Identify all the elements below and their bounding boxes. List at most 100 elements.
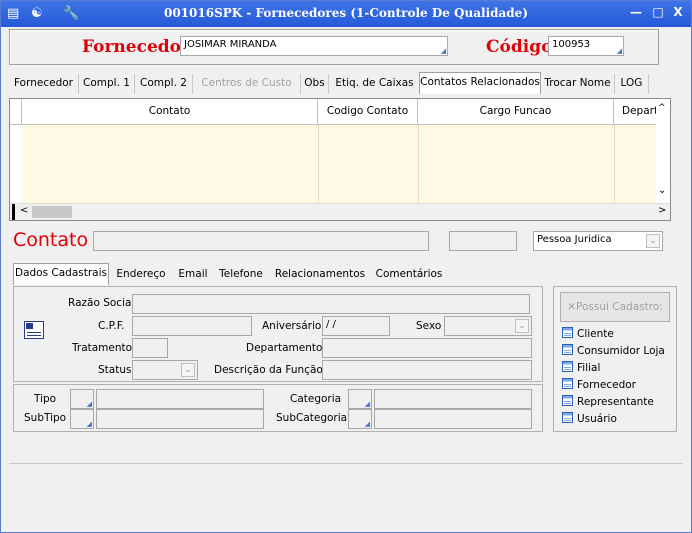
maximize-button[interactable]: □: [649, 5, 667, 21]
scroll-thumb[interactable]: [32, 206, 72, 218]
possui-item: Filial: [562, 361, 600, 374]
grid-body[interactable]: [22, 125, 658, 203]
inner-tabs: Dados Cadastrais Endereço Email Telefone…: [13, 263, 673, 285]
col-contato[interactable]: Contato: [22, 99, 318, 125]
tab-obs[interactable]: Obs: [301, 74, 329, 94]
tab-contatos-relacionados[interactable]: Contatos Relacionados: [419, 72, 541, 94]
chevron-down-icon[interactable]: ⌄: [646, 234, 660, 248]
subtipo-label: SubTipo: [24, 412, 67, 424]
possui-item: Fornecedor: [562, 378, 636, 391]
tratamento-label: Tratamento: [72, 342, 133, 354]
tab-fornecedor[interactable]: Fornecedor: [9, 74, 79, 94]
possui-item: Usuário: [562, 412, 617, 425]
possui-cadastro-panel: ✕Possui Cadastro: Cliente Consumidor Loj…: [553, 286, 677, 432]
contato-name-field[interactable]: [93, 231, 429, 251]
categoria-code-field[interactable]: [348, 389, 372, 409]
chevron-down-icon[interactable]: ⌄: [515, 319, 529, 333]
tab-email[interactable]: Email: [173, 265, 213, 285]
row-marker: [12, 204, 15, 220]
vertical-scrollbar[interactable]: ^ ⌄: [656, 99, 670, 203]
tab-etiq-de-caixas[interactable]: Etiq. de Caixas: [329, 74, 421, 94]
tab-centros-de-custo[interactable]: Centros de Custo: [193, 74, 301, 94]
tipo-panel: Tipo Categoria SubTipo SubCategoria: [13, 384, 543, 432]
grid-divider: [318, 125, 319, 203]
tab-trocar-nome[interactable]: Trocar Nome: [541, 74, 615, 94]
horizontal-scrollbar[interactable]: < >: [10, 203, 670, 220]
col-cargo-funcao[interactable]: Cargo Funcao: [418, 99, 614, 125]
tipo-label: Tipo: [34, 393, 57, 405]
tab-dados-cadastrais[interactable]: Dados Cadastrais: [13, 263, 109, 285]
codigo-label: Código: [486, 37, 553, 57]
title-bar[interactable]: ▤ ☯ 🔧 001016SPK - Fornecedores (1-Contro…: [1, 1, 691, 27]
pessoa-type-value: Pessoa Juridica: [537, 234, 612, 245]
window-title: 001016SPK - Fornecedores (1-Controle De …: [163, 6, 528, 20]
tratamento-field[interactable]: [132, 338, 168, 358]
main-window: ▤ ☯ 🔧 001016SPK - Fornecedores (1-Contro…: [0, 0, 692, 533]
main-tabs: Fornecedor Compl. 1 Compl. 2 Centros de …: [9, 72, 685, 94]
scroll-down-icon[interactable]: ⌄: [658, 185, 666, 196]
possui-cadastro-button[interactable]: ✕Possui Cadastro:: [560, 292, 670, 322]
possui-item: Consumidor Loja: [562, 344, 665, 357]
status-select[interactable]: ⌄: [132, 360, 198, 380]
minimize-button[interactable]: —: [627, 5, 645, 21]
tab-log[interactable]: LOG: [615, 74, 649, 94]
table-icon: [562, 361, 573, 372]
pessoa-type-select[interactable]: Pessoa Juridica ⌄: [533, 231, 663, 251]
subtipo-desc-field[interactable]: [96, 409, 264, 429]
grid-divider: [614, 125, 615, 203]
descricao-funcao-label: Descrição da Função: [214, 364, 323, 376]
scroll-up-icon[interactable]: ^: [658, 103, 666, 113]
table-icon: [562, 344, 573, 355]
table-icon: [562, 395, 573, 406]
id-card-icon: [24, 321, 44, 339]
grid-corner: [10, 99, 22, 125]
cpf-field[interactable]: [132, 316, 252, 336]
subcategoria-label: SubCategoria: [276, 412, 348, 424]
sexo-select[interactable]: ⌄: [444, 316, 532, 336]
col-departamento[interactable]: Departam: [614, 99, 670, 125]
departamento-field[interactable]: [322, 338, 532, 358]
departamento-label: Departamento: [246, 342, 323, 354]
cpf-label: C.P.F.: [98, 320, 125, 332]
col-codigo-contato[interactable]: Codigo Contato: [318, 99, 418, 125]
tab-compl-1[interactable]: Compl. 1: [79, 74, 135, 94]
tab-endereco[interactable]: Endereço: [109, 265, 173, 285]
fornecedor-field[interactable]: JOSIMAR MIRANDA: [180, 36, 448, 56]
table-icon: [562, 327, 573, 338]
descricao-funcao-field[interactable]: [322, 360, 532, 380]
codigo-field[interactable]: 100953: [548, 36, 624, 56]
contato-label: Contato: [13, 229, 89, 251]
scroll-left-icon[interactable]: <: [20, 205, 28, 216]
tools-icon: ✕: [567, 301, 577, 313]
header-panel: Fornecedor JOSIMAR MIRANDA Código 100953: [9, 29, 659, 65]
tab-relacionamentos[interactable]: Relacionamentos: [269, 265, 371, 285]
sexo-label: Sexo: [416, 320, 442, 332]
tab-telefone[interactable]: Telefone: [213, 265, 269, 285]
tipo-desc-field[interactable]: [96, 389, 264, 409]
scroll-right-icon[interactable]: >: [658, 205, 666, 216]
categoria-label: Categoria: [290, 393, 342, 405]
contato-code-field[interactable]: [449, 231, 517, 251]
divider: [9, 463, 683, 464]
tab-compl-2[interactable]: Compl. 2: [135, 74, 193, 94]
tipo-code-field[interactable]: [70, 389, 94, 409]
tab-comentarios[interactable]: Comentários: [371, 265, 447, 285]
categoria-desc-field[interactable]: [374, 389, 532, 409]
status-label: Status: [98, 364, 132, 376]
razao-social-field[interactable]: [132, 294, 530, 314]
dados-panel: Razão Social C.P.F. Aniversário / / Sexo…: [13, 286, 543, 382]
subcategoria-code-field[interactable]: [348, 409, 372, 429]
close-button[interactable]: X: [669, 5, 687, 21]
subcategoria-desc-field[interactable]: [374, 409, 532, 429]
contacts-grid[interactable]: Contato Codigo Contato Cargo Funcao Depa…: [9, 98, 671, 221]
aniversario-label: Aniversário: [262, 320, 322, 332]
table-icon: [562, 412, 573, 423]
possui-item: Cliente: [562, 327, 614, 340]
razao-social-label: Razão Social: [68, 297, 135, 309]
aniversario-field[interactable]: / /: [322, 316, 390, 336]
chevron-down-icon[interactable]: ⌄: [181, 363, 195, 377]
subtipo-code-field[interactable]: [70, 409, 94, 429]
fornecedor-label: Fornecedor: [82, 37, 190, 57]
table-icon: [562, 378, 573, 389]
possui-item: Representante: [562, 395, 654, 408]
